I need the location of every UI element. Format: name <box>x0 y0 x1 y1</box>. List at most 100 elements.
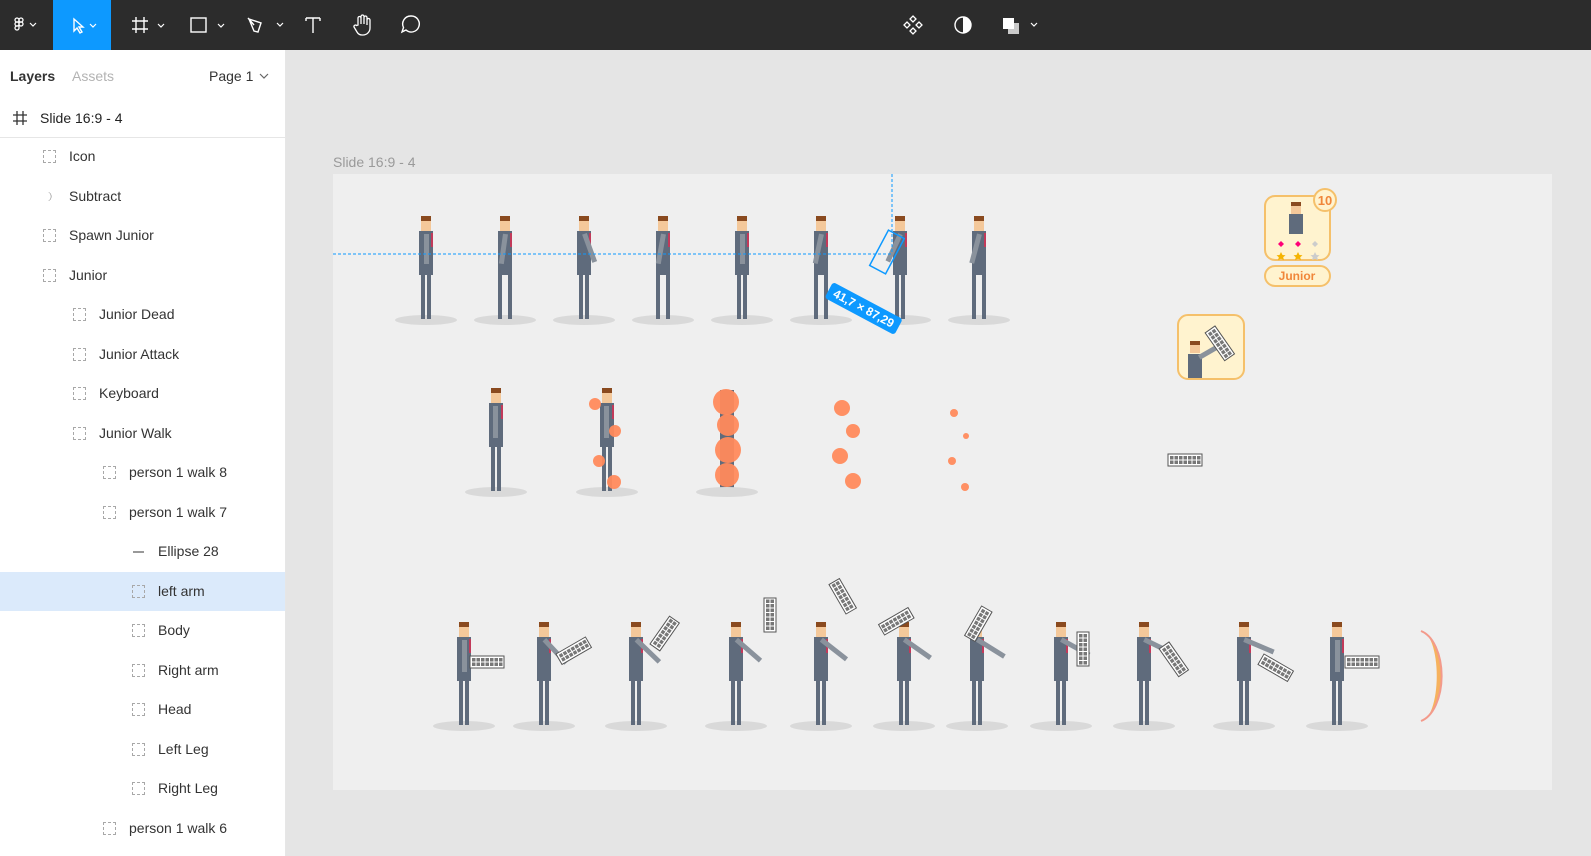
right-leg <box>737 679 741 725</box>
keyboard-key <box>1079 656 1083 660</box>
right-leg <box>982 273 986 319</box>
keyboard-key <box>1079 634 1083 638</box>
character-sprite <box>513 622 593 731</box>
layer-row[interactable]: person 1 walk 7 <box>0 493 285 532</box>
keyboard-key <box>1174 460 1178 464</box>
hair <box>539 622 549 627</box>
layer-row[interactable]: Left Leg <box>0 730 285 769</box>
keyboard-key <box>1360 662 1364 666</box>
hair <box>459 622 469 627</box>
arm <box>424 234 429 264</box>
left-leg <box>1056 679 1060 725</box>
frame-title-label[interactable]: Slide 16:9 - 4 <box>333 154 416 170</box>
character-sprite <box>1213 622 1295 731</box>
layer-row[interactable]: Head <box>0 690 285 729</box>
keyboard-key <box>1083 634 1087 638</box>
layer-row[interactable]: Keyboard <box>0 374 285 413</box>
layer-row[interactable]: Body <box>0 611 285 650</box>
pen-tool-button[interactable] <box>240 0 290 50</box>
character-sprite <box>1030 622 1092 731</box>
layer-row[interactable]: Right arm <box>0 651 285 690</box>
left-leg <box>498 273 502 319</box>
keyboard-key <box>1083 643 1087 647</box>
slide-frame[interactable]: 10 Junior 41,7 × 87,29 <box>333 174 1552 790</box>
layer-label: Head <box>158 701 192 717</box>
move-tool-button[interactable] <box>53 0 111 50</box>
subtract-icon <box>43 190 56 203</box>
keyboard-key <box>1351 662 1355 666</box>
boolean-icon <box>1003 18 1038 34</box>
layer-label: Junior Attack <box>99 345 180 362</box>
keyboard-key <box>490 662 494 666</box>
character-sprite <box>465 388 527 497</box>
layer-label: Right Leg <box>158 780 218 796</box>
frame-hash-icon <box>132 17 165 33</box>
frame-layer-icon <box>73 387 86 400</box>
right-leg <box>637 679 641 725</box>
icon-hair <box>1291 202 1301 206</box>
keyboard-key <box>770 626 774 630</box>
layer-label: Icon <box>69 148 96 164</box>
layer-row[interactable]: left arm <box>0 571 285 611</box>
keyboard-sprite <box>1257 653 1295 683</box>
keyboard-key <box>1083 652 1087 656</box>
layer-row[interactable]: Junior Attack <box>0 335 285 374</box>
hand-tool-button[interactable] <box>346 0 380 50</box>
blood-splat <box>717 414 739 436</box>
layer-row[interactable]: Icon <box>0 137 285 176</box>
text-tool-button[interactable] <box>298 0 328 50</box>
layer-label: Subtract <box>69 187 122 204</box>
right-leg <box>666 273 670 319</box>
layer-row[interactable]: Junior Walk <box>0 414 285 453</box>
page-selector[interactable]: Page 1 <box>209 68 269 84</box>
keyboard-body <box>1158 641 1190 678</box>
components-button[interactable] <box>898 0 928 50</box>
blood-splat <box>715 437 741 463</box>
layer-row[interactable]: Spawn Junior <box>0 216 285 255</box>
frame-tool-button[interactable] <box>122 0 172 50</box>
tie <box>510 233 512 247</box>
left-leg <box>579 273 583 319</box>
keyboard-key <box>766 604 770 608</box>
spawn-hair <box>1190 341 1200 345</box>
layer-row[interactable]: Subtract <box>0 177 285 216</box>
layer-row[interactable]: Ellipse 28 <box>0 532 285 571</box>
tab-assets[interactable]: Assets <box>72 68 114 84</box>
tab-layers[interactable]: Layers <box>10 68 55 84</box>
ground-shadow <box>474 315 536 325</box>
layer-row[interactable]: Junior <box>0 256 285 295</box>
keyboard-body <box>1167 453 1203 467</box>
comment-tool-button[interactable] <box>396 0 426 50</box>
keyboard-key <box>472 658 476 662</box>
keyboard-body <box>1344 655 1380 669</box>
keyboard-body <box>1257 653 1295 683</box>
frame-layer-icon <box>132 703 145 716</box>
keyboard-key <box>1369 658 1373 662</box>
design-canvas[interactable]: Slide 16:9 - 4 10 Junior 41,7 × 87,29 <box>287 50 1591 856</box>
layer-row[interactable]: Junior Dead <box>0 295 285 334</box>
contrast-button[interactable] <box>948 0 978 50</box>
hair <box>816 622 826 627</box>
keyboard-key <box>1374 662 1378 666</box>
layer-row[interactable]: person 1 walk 6 <box>0 809 285 848</box>
ground-shadow <box>576 487 638 497</box>
keyboard-key <box>766 613 770 617</box>
layer-row[interactable]: person 1 walk 8 <box>0 453 285 492</box>
keyboard-body <box>649 615 681 652</box>
character-sprite <box>948 216 1010 325</box>
tie <box>431 233 433 247</box>
keyboard-key <box>1179 460 1183 464</box>
hair <box>895 216 905 221</box>
left-leg <box>899 679 903 725</box>
right-leg <box>1245 679 1249 725</box>
frame-layer-row[interactable]: Slide 16:9 - 4 <box>0 100 285 138</box>
main-menu-button[interactable] <box>0 0 50 50</box>
layer-row[interactable]: Right Leg <box>0 769 285 808</box>
tie <box>1342 639 1344 653</box>
frame-layer-icon <box>103 466 116 479</box>
attack-arm <box>462 640 467 672</box>
shape-tool-button[interactable] <box>182 0 232 50</box>
right-leg <box>1062 679 1066 725</box>
boolean-ops-button[interactable] <box>998 0 1044 50</box>
panel-tabs: Layers Assets Page 1 <box>0 50 285 100</box>
